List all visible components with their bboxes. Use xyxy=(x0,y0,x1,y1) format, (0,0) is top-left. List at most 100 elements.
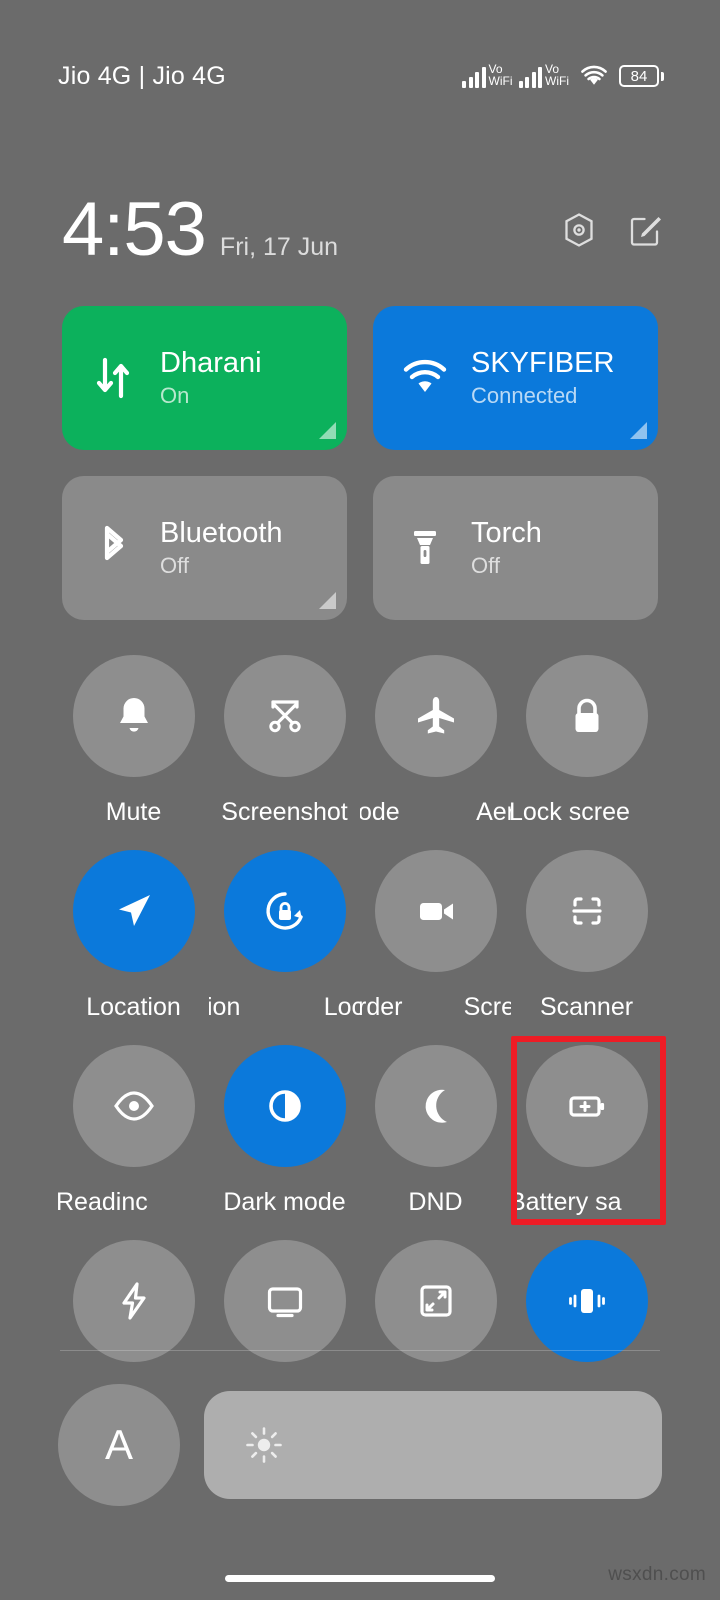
toggle-label-part-b: Loc xyxy=(323,993,360,1021)
monitor-cast-icon xyxy=(267,1287,302,1318)
toggle-screenshot[interactable]: Screenshot xyxy=(209,655,360,827)
toggle-circle[interactable] xyxy=(525,655,648,777)
expand-corner-icon[interactable] xyxy=(319,422,336,439)
toggle-label: Mute xyxy=(105,798,162,826)
toggle-label-marquee: rder Scre xyxy=(360,992,511,1022)
tile-title: Bluetooth xyxy=(160,517,283,549)
toggle-circle[interactable] xyxy=(525,1045,648,1167)
location-arrow-icon xyxy=(118,895,150,926)
toggle-cast[interactable] xyxy=(209,1240,360,1362)
battery-percent: 84 xyxy=(630,67,648,85)
big-tiles-row-1: Dharani On SKYFIBER Connected xyxy=(62,306,658,450)
wifi-icon xyxy=(399,352,451,404)
toggle-lock-screen[interactable]: Lock scree xyxy=(511,655,662,827)
toggle-circle[interactable] xyxy=(72,850,195,972)
flashlight-icon xyxy=(399,522,451,574)
signal-bars-icon xyxy=(518,66,542,88)
camcorder-icon xyxy=(419,903,453,920)
wifi-icon xyxy=(581,65,607,85)
toggle-label: DND xyxy=(408,1188,463,1216)
toggle-circle[interactable] xyxy=(72,655,195,777)
toggle-label-clipped: Battery sa xyxy=(511,1187,662,1217)
carrier-label: Jio 4G | Jio 4G xyxy=(58,61,226,90)
big-tiles-row-2: Bluetooth Off Torch Off xyxy=(62,476,658,620)
toggle-dark-mode[interactable]: Dark mode xyxy=(209,1045,360,1217)
toggle-aeroplane-mode[interactable]: ode Aer xyxy=(360,655,511,827)
toggle-label: Dark mode xyxy=(223,1188,346,1216)
toggle-battery-saver[interactable]: Battery sa xyxy=(511,1045,662,1217)
toggle-circle[interactable] xyxy=(223,1240,346,1362)
toggle-mute[interactable]: Mute xyxy=(58,655,209,827)
sun-icon xyxy=(246,1427,282,1463)
toggle-label-marquee: ode Aer xyxy=(360,797,511,827)
bell-icon xyxy=(119,698,148,732)
toggle-row-1: Mute Screenshot ode Aer Lock scree xyxy=(58,655,662,827)
airplane-icon xyxy=(417,697,454,734)
toggle-label-clipped: Readinc xyxy=(58,1187,209,1217)
toggle-label: Location xyxy=(86,993,181,1021)
torch-tile[interactable]: Torch Off xyxy=(373,476,658,620)
lightning-bolt-icon xyxy=(121,1282,146,1320)
expand-corner-icon[interactable] xyxy=(630,422,647,439)
vowifi-label-sim1: Vo WiFi xyxy=(488,62,513,88)
toggle-circle[interactable] xyxy=(374,1045,497,1167)
toggle-circle[interactable] xyxy=(374,850,497,972)
toggle-fullscreen[interactable] xyxy=(360,1240,511,1362)
toggle-circle[interactable] xyxy=(223,850,346,972)
status-bar: Jio 4G | Jio 4G Vo WiFi Vo WiFi 84 xyxy=(0,0,720,152)
toggle-screen-recorder[interactable]: rder Scre xyxy=(360,850,511,1022)
toggle-circle[interactable] xyxy=(223,1045,346,1167)
toggle-circle[interactable] xyxy=(525,1240,648,1362)
toggle-label: Scanner xyxy=(539,993,634,1021)
contrast-icon xyxy=(268,1090,301,1122)
tile-status: On xyxy=(160,383,190,408)
rotation-lock-icon xyxy=(265,892,303,930)
toggle-rotation-lock[interactable]: ion Loc xyxy=(209,850,360,1022)
bluetooth-icon xyxy=(88,522,140,574)
toggle-circle[interactable] xyxy=(374,1240,497,1362)
mobile-data-tile[interactable]: Dharani On xyxy=(62,306,347,450)
lock-icon xyxy=(575,698,598,732)
toggle-vibration[interactable] xyxy=(511,1240,662,1362)
toggle-label-part-a: ode xyxy=(360,798,400,826)
toggle-circle[interactable] xyxy=(223,655,346,777)
vibration-icon xyxy=(568,1289,605,1313)
tile-title: SKYFIBER xyxy=(471,347,615,379)
expand-corner-icon[interactable] xyxy=(319,592,336,609)
data-transfer-icon xyxy=(88,352,140,404)
home-gesture-bar[interactable] xyxy=(225,1575,495,1582)
bluetooth-tile[interactable]: Bluetooth Off xyxy=(62,476,347,620)
toggle-circle[interactable] xyxy=(374,655,497,777)
toggle-label-part-b: Aer xyxy=(476,798,511,826)
toggle-circle[interactable] xyxy=(72,1045,195,1167)
tile-status: Off xyxy=(160,553,189,578)
section-divider xyxy=(60,1350,660,1351)
toggle-circle[interactable] xyxy=(525,850,648,972)
settings-icon[interactable] xyxy=(560,211,598,249)
auto-brightness-button[interactable]: A xyxy=(58,1384,180,1506)
toggle-reading-mode[interactable]: Readinc xyxy=(58,1045,209,1217)
clock-actions xyxy=(560,211,664,249)
brightness-row: A xyxy=(58,1380,662,1510)
signal-bars-icon xyxy=(462,66,486,88)
edit-icon[interactable] xyxy=(626,211,664,249)
toggle-label-part-b: Scre xyxy=(463,993,511,1021)
tile-status: Connected xyxy=(471,383,578,408)
scan-frame-icon xyxy=(571,897,602,925)
clock-date-group[interactable]: 4:53 Fri, 17 Jun xyxy=(62,192,338,268)
toggle-circle[interactable] xyxy=(72,1240,195,1362)
toggle-power-boost[interactable] xyxy=(58,1240,209,1362)
brightness-slider[interactable] xyxy=(204,1391,662,1499)
watermark-label: wsxdn.com xyxy=(608,1564,706,1585)
toggle-label-clipped: Lock scree xyxy=(511,797,662,827)
wifi-tile[interactable]: SKYFIBER Connected xyxy=(373,306,658,450)
clock-time[interactable]: 4:53 xyxy=(62,192,207,268)
status-icons: Vo WiFi Vo WiFi 84 xyxy=(462,62,664,88)
scissors-icon xyxy=(268,700,301,733)
toggle-location[interactable]: Location xyxy=(58,850,209,1022)
toggle-dnd[interactable]: DND xyxy=(360,1045,511,1217)
tile-title: Dharani xyxy=(160,347,262,379)
toggle-scanner[interactable]: Scanner xyxy=(511,850,662,1022)
toggle-label-part-a: Readinc xyxy=(58,1188,148,1216)
toggle-row-2: Location ion Loc rder Scre Scanner xyxy=(58,850,662,1022)
